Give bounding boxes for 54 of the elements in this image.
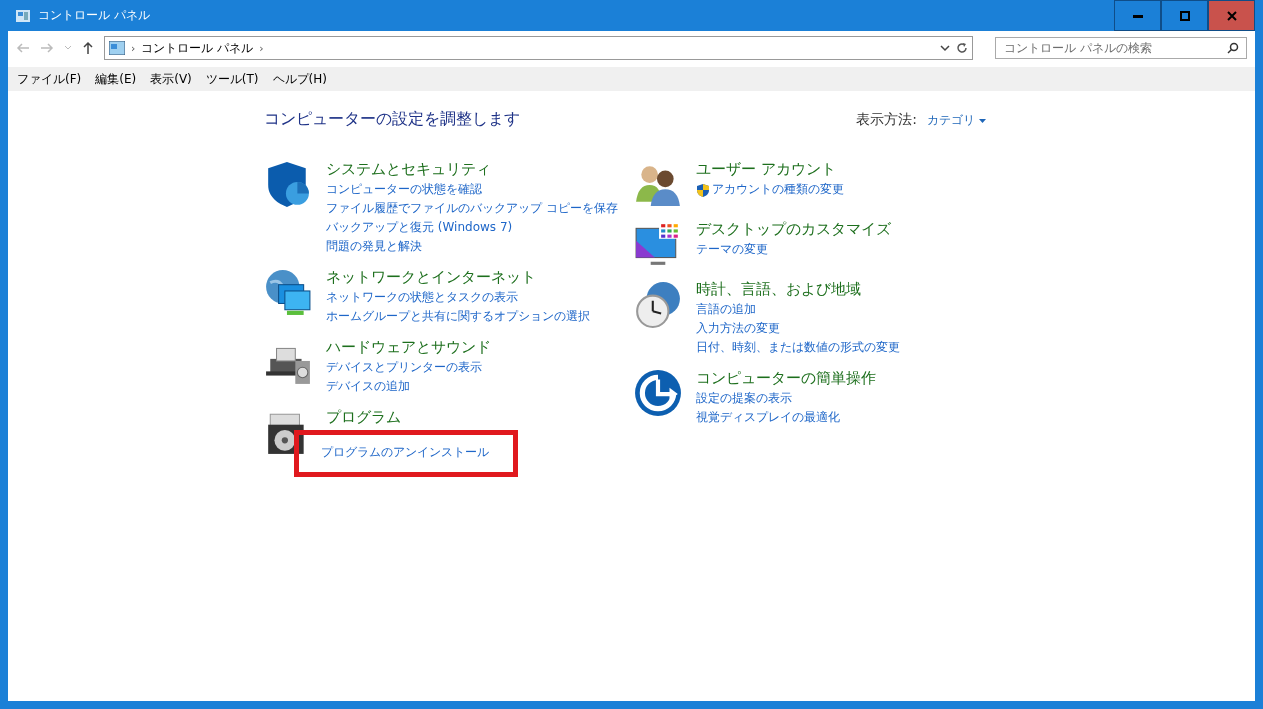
address-bar[interactable]: › コントロール パネル ›	[104, 36, 973, 60]
breadcrumb-item[interactable]: コントロール パネル	[141, 39, 254, 57]
task-link[interactable]: テーマの変更	[696, 240, 891, 259]
minimize-button[interactable]	[1114, 0, 1161, 31]
chevron-down-icon[interactable]	[940, 44, 950, 52]
task-link[interactable]: ファイル履歴でファイルのバックアップ コピーを保存	[326, 199, 618, 218]
task-link[interactable]: デバイスとプリンターの表示	[326, 358, 491, 377]
up-button[interactable]	[82, 41, 94, 55]
chevron-icon[interactable]: ›	[259, 41, 264, 55]
task-link[interactable]: 日付、時刻、または数値の形式の変更	[696, 338, 900, 357]
task-link[interactable]: コンピューターの状態を確認	[326, 180, 618, 199]
control-panel-icon	[16, 9, 30, 22]
page-heading: コンピューターの設定を調整します	[264, 109, 521, 130]
clock-category-icon[interactable]	[634, 280, 682, 328]
caret-icon	[979, 118, 986, 123]
network-category-icon[interactable]	[264, 268, 312, 316]
category-title-link[interactable]: 時計、言語、および地域	[696, 278, 900, 300]
category-title-link[interactable]: ハードウェアとサウンド	[326, 336, 491, 358]
maximize-button[interactable]	[1161, 0, 1208, 31]
task-link[interactable]: 問題の発見と解決	[326, 237, 618, 256]
menu-item[interactable]: ヘルプ(H)	[267, 68, 332, 90]
access-category-icon[interactable]	[634, 369, 682, 417]
task-link[interactable]: アカウントの種類の変更	[696, 180, 844, 199]
task-link[interactable]: 入力方法の変更	[696, 319, 900, 338]
refresh-icon[interactable]	[956, 42, 968, 54]
task-link[interactable]: プログラムのアンインストール	[321, 443, 489, 462]
search-field[interactable]: コントロール パネルの検索	[995, 37, 1247, 59]
menu-item[interactable]: 編集(E)	[90, 68, 142, 90]
category-title-link[interactable]: ネットワークとインターネット	[326, 266, 590, 288]
view-by-label: 表示方法:	[856, 111, 917, 129]
category-title-link[interactable]: システムとセキュリティ	[326, 158, 618, 180]
menu-item[interactable]: ファイル(F)	[12, 68, 87, 90]
task-link[interactable]: 視覚ディスプレイの最適化	[696, 408, 876, 427]
minimize-icon	[1132, 13, 1143, 18]
category-title-link[interactable]: プログラム	[326, 406, 518, 428]
chevron-icon[interactable]: ›	[131, 41, 136, 55]
search-icon	[1227, 42, 1239, 54]
task-link[interactable]: ネットワークの状態とタスクの表示	[326, 288, 590, 307]
control-panel-icon	[109, 41, 125, 55]
view-by-dropdown[interactable]: カテゴリ	[927, 112, 986, 129]
close-button[interactable]	[1208, 0, 1255, 31]
menu-item[interactable]: 表示(V)	[145, 68, 197, 90]
task-link[interactable]: バックアップと復元 (Windows 7)	[326, 218, 618, 237]
menu-item[interactable]: ツール(T)	[200, 68, 264, 90]
category-title-link[interactable]: コンピューターの簡単操作	[696, 367, 876, 389]
category-title-link[interactable]: ユーザー アカウント	[696, 158, 844, 180]
category-title-link[interactable]: デスクトップのカスタマイズ	[696, 218, 891, 240]
task-link[interactable]: 設定の提案の表示	[696, 389, 876, 408]
window-title: コントロール パネル	[38, 7, 151, 24]
task-link[interactable]: 言語の追加	[696, 300, 900, 319]
task-link[interactable]: ホームグループと共有に関するオプションの選択	[326, 307, 590, 326]
maximize-icon	[1179, 10, 1190, 21]
close-icon	[1226, 10, 1237, 21]
task-link[interactable]: デバイスの追加	[326, 377, 491, 396]
